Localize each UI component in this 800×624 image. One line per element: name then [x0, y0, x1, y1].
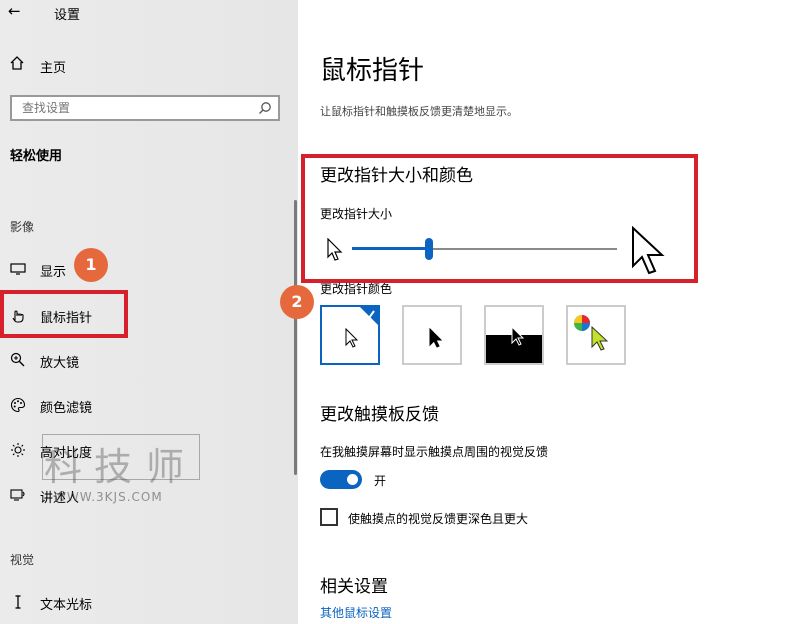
watermark-char: 师 — [146, 445, 185, 489]
highlight-box-pointer-size — [301, 154, 698, 283]
sidebar-item-label: 颜色滤镜 — [40, 401, 93, 416]
darker-feedback-checkbox[interactable] — [320, 508, 338, 526]
sidebar-item-label: 放大镜 — [40, 356, 80, 371]
watermark-char: 科 — [44, 445, 83, 489]
page-description: 让鼠标指针和触摸板反馈更清楚地显示。 — [320, 105, 518, 118]
callout-badge-2: 2 — [280, 285, 314, 319]
search-icon — [259, 102, 271, 114]
sidebar-scrollbar[interactable] — [294, 200, 297, 475]
sidebar-item-label: 显示 — [40, 265, 67, 280]
color-option-black[interactable] — [402, 305, 462, 365]
inverted-pointer-icon — [486, 325, 542, 363]
highlight-box-mouse-pointer — [0, 290, 128, 338]
color-option-white[interactable] — [320, 305, 380, 365]
touch-feedback-toggle[interactable] — [320, 470, 362, 489]
darker-feedback-label: 使触摸点的视觉反馈更深色且更大 — [348, 512, 529, 526]
sidebar-item-label: 文本光标 — [40, 598, 93, 613]
watermark-url: WWW.3KJS.COM — [54, 490, 163, 504]
black-pointer-icon — [429, 327, 443, 348]
callout-badge-1: 1 — [74, 248, 108, 282]
white-pointer-icon — [345, 307, 378, 348]
sidebar-item-text-cursor[interactable]: 文本光标 — [0, 585, 290, 619]
touch-feedback-heading: 更改触摸板反馈 — [320, 405, 439, 425]
group-label-vision: 视觉 — [10, 553, 35, 567]
sidebar-item-magnifier[interactable]: 放大镜 — [0, 343, 290, 377]
narrator-icon — [10, 489, 25, 501]
search-input[interactable] — [20, 100, 244, 116]
color-label: 更改指针颜色 — [320, 282, 393, 296]
section-title: 轻松使用 — [10, 149, 63, 164]
sidebar-item-color-filters[interactable]: 颜色滤镜 — [0, 388, 290, 422]
palette-icon — [10, 397, 26, 413]
group-label-vision: 影像 — [10, 220, 35, 234]
color-option-inverted[interactable] — [484, 305, 544, 365]
text-cursor-icon — [15, 595, 21, 609]
color-option-custom[interactable] — [566, 305, 626, 365]
magnifier-plus-icon — [10, 352, 25, 367]
sidebar-item-display[interactable]: 显示 — [0, 252, 290, 286]
related-settings-heading: 相关设置 — [320, 577, 388, 597]
custom-color-pointer-icon — [574, 315, 609, 351]
window-title: 设置 — [54, 8, 81, 23]
watermark-char: 技 — [94, 445, 133, 489]
watermark: 科 技 师 WWW.3KJS.COM — [42, 434, 202, 510]
monitor-icon — [10, 263, 26, 275]
sun-contrast-icon — [11, 443, 25, 457]
page-title: 鼠标指针 — [320, 56, 425, 86]
home-link[interactable]: 主页 — [40, 57, 66, 76]
home-icon — [10, 56, 24, 70]
touch-feedback-description: 在我触摸屏幕时显示触摸点周围的视觉反馈 — [320, 445, 549, 459]
other-mouse-settings-link[interactable]: 其他鼠标设置 — [320, 604, 392, 621]
back-arrow-icon[interactable]: ← — [8, 2, 21, 20]
search-box[interactable] — [10, 95, 280, 121]
toggle-state-label: 开 — [374, 474, 387, 488]
